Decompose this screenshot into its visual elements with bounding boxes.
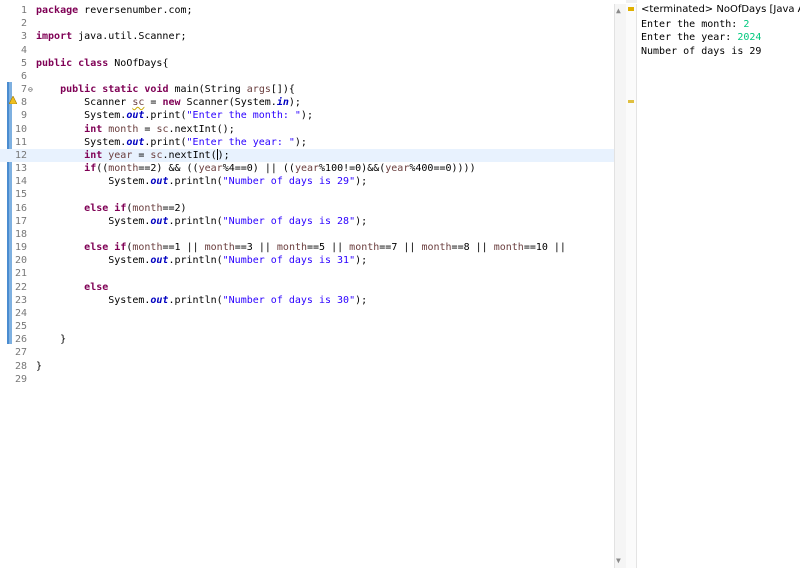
overview-warning-marker[interactable] bbox=[628, 7, 634, 11]
code-line[interactable]: 23 System.out.println("Number of days is… bbox=[0, 294, 626, 307]
code-line[interactable]: 21 bbox=[0, 267, 626, 280]
code-line[interactable]: 5 public class NoOfDays{ bbox=[0, 57, 626, 70]
line-number: 26 bbox=[14, 334, 27, 346]
line-number: 18 bbox=[14, 228, 27, 240]
code-text[interactable]: package reversenumber.com; bbox=[36, 4, 193, 17]
line-number: 29 bbox=[14, 373, 27, 385]
scroll-up-icon[interactable]: ▲ bbox=[616, 6, 621, 15]
line-number: 28 bbox=[14, 360, 27, 372]
line-number: 5 bbox=[20, 57, 27, 69]
line-number: 11 bbox=[14, 136, 27, 148]
code-line[interactable]: 10 int month = sc.nextInt(); bbox=[0, 123, 626, 136]
line-number: 20 bbox=[14, 255, 27, 267]
console-prompt: Number of days is 29 bbox=[641, 45, 762, 57]
line-number: 23 bbox=[14, 294, 27, 306]
code-line[interactable]: 15 bbox=[0, 188, 626, 201]
line-number: 9 bbox=[20, 110, 27, 122]
line-number: 10 bbox=[14, 123, 27, 135]
code-line[interactable]: 25 bbox=[0, 320, 626, 333]
code-text[interactable]: System.out.print("Enter the year: "); bbox=[36, 136, 307, 149]
line-number: 1 bbox=[20, 5, 27, 16]
code-line[interactable]: 28} bbox=[0, 360, 626, 373]
console-title: <terminated> NoOfDays [Java Appli bbox=[641, 4, 800, 15]
code-text[interactable]: public class NoOfDays{ bbox=[36, 57, 168, 70]
console-prompt: Enter the month: bbox=[641, 19, 744, 30]
code-line[interactable]: 6 bbox=[0, 70, 626, 83]
line-number: 17 bbox=[14, 215, 27, 227]
code-line[interactable]: 4 bbox=[0, 44, 626, 57]
code-line[interactable]: 13 if((month==2) && ((year%4==0) || ((ye… bbox=[0, 162, 626, 175]
line-number: 14 bbox=[14, 176, 27, 188]
code-text[interactable]: else if(month==2) bbox=[36, 202, 186, 215]
line-number: 2 bbox=[20, 18, 27, 30]
line-number: 16 bbox=[14, 202, 27, 214]
code-line[interactable]: 26 } bbox=[0, 333, 626, 346]
console-view[interactable]: <terminated> NoOfDays [Java Appli Enter … bbox=[637, 0, 800, 568]
code-text[interactable]: System.out.println("Number of days is 30… bbox=[36, 294, 367, 307]
code-line[interactable]: 19 else if(month==1 || month==3 || month… bbox=[0, 241, 626, 254]
code-line[interactable]: 12 int year = sc.nextInt(); bbox=[0, 148, 626, 162]
line-number: 12 bbox=[14, 149, 27, 161]
code-text[interactable]: System.out.println("Number of days is 28… bbox=[36, 215, 367, 228]
line-number: 22 bbox=[14, 281, 27, 293]
code-line[interactable]: 18 bbox=[0, 228, 626, 241]
line-number: 3 bbox=[20, 31, 27, 43]
line-number: 25 bbox=[14, 321, 27, 333]
code-text[interactable]: } bbox=[36, 333, 66, 346]
line-number: 19 bbox=[14, 242, 27, 254]
warning-icon[interactable] bbox=[9, 96, 17, 104]
line-number: 7 bbox=[20, 84, 27, 96]
code-line[interactable]: 8 Scanner sc = new Scanner(System.in); bbox=[0, 96, 626, 109]
code-text[interactable]: else if(month==1 || month==3 || month==5… bbox=[36, 241, 566, 254]
code-line[interactable]: 7 ⊖ public static void main(String args[]… bbox=[0, 83, 626, 96]
code-text[interactable]: public static void main(String args[]){ bbox=[36, 83, 295, 96]
code-text[interactable]: Scanner sc = new Scanner(System.in); bbox=[36, 96, 301, 109]
console-prompt: Enter the year: bbox=[641, 32, 738, 44]
code-text[interactable]: System.out.println("Number of days is 29… bbox=[36, 175, 367, 188]
code-line[interactable]: 20 System.out.println("Number of days is… bbox=[0, 254, 626, 267]
console-user-input: 2 bbox=[743, 19, 750, 30]
console-line: Enter the month: 2 bbox=[641, 18, 749, 31]
scroll-down-icon[interactable]: ▼ bbox=[616, 556, 621, 565]
code-text[interactable]: import java.util.Scanner; bbox=[36, 30, 187, 43]
code-line[interactable]: 22 else bbox=[0, 281, 626, 294]
code-line[interactable]: 24 bbox=[0, 307, 626, 320]
code-text[interactable]: else bbox=[36, 281, 108, 294]
line-number: 4 bbox=[20, 44, 27, 56]
line-number: 15 bbox=[14, 189, 27, 201]
code-line[interactable]: 9 System.out.print("Enter the month: "); bbox=[0, 109, 626, 122]
line-number: 13 bbox=[14, 163, 27, 175]
line-number: 27 bbox=[14, 347, 27, 359]
line-number: 24 bbox=[14, 307, 27, 319]
code-line[interactable]: 3 import java.util.Scanner; bbox=[0, 30, 626, 43]
code-text[interactable]: } bbox=[36, 360, 42, 373]
overview-ruler[interactable] bbox=[626, 4, 637, 568]
code-line[interactable]: 29 bbox=[0, 373, 626, 386]
overview-occurrence-marker[interactable] bbox=[628, 100, 634, 103]
code-text[interactable]: int month = sc.nextInt(); bbox=[36, 123, 235, 136]
line-number: 6 bbox=[20, 70, 27, 82]
line-number: 21 bbox=[14, 268, 27, 280]
console-line: Enter the year: 2024 bbox=[641, 31, 761, 44]
code-line[interactable]: 16 else if(month==2) bbox=[0, 202, 626, 215]
fold-toggle-icon[interactable]: ⊖ bbox=[28, 83, 33, 96]
console-user-input: 2024 bbox=[737, 32, 762, 44]
code-editor[interactable]: 1 package reversenumber.com; 2 3 import java… bbox=[0, 0, 626, 568]
code-line[interactable]: 17 System.out.println("Number of days is… bbox=[0, 215, 626, 228]
code-text[interactable]: int year = sc.nextInt(); bbox=[36, 149, 230, 162]
console-line: Number of days is 29 bbox=[641, 45, 761, 58]
code-line[interactable]: 27 bbox=[0, 346, 626, 359]
code-text[interactable]: System.out.print("Enter the month: "); bbox=[36, 109, 313, 122]
code-line[interactable]: 2 bbox=[0, 17, 626, 30]
code-line[interactable]: 1 package reversenumber.com; bbox=[0, 4, 626, 17]
code-text[interactable]: if((month==2) && ((year%4==0) || ((year%… bbox=[36, 162, 475, 175]
code-line[interactable]: 14 System.out.println("Number of days is… bbox=[0, 175, 626, 188]
code-line[interactable]: 11 System.out.print("Enter the year: "); bbox=[0, 136, 626, 149]
code-text[interactable]: System.out.println("Number of days is 31… bbox=[36, 254, 367, 267]
